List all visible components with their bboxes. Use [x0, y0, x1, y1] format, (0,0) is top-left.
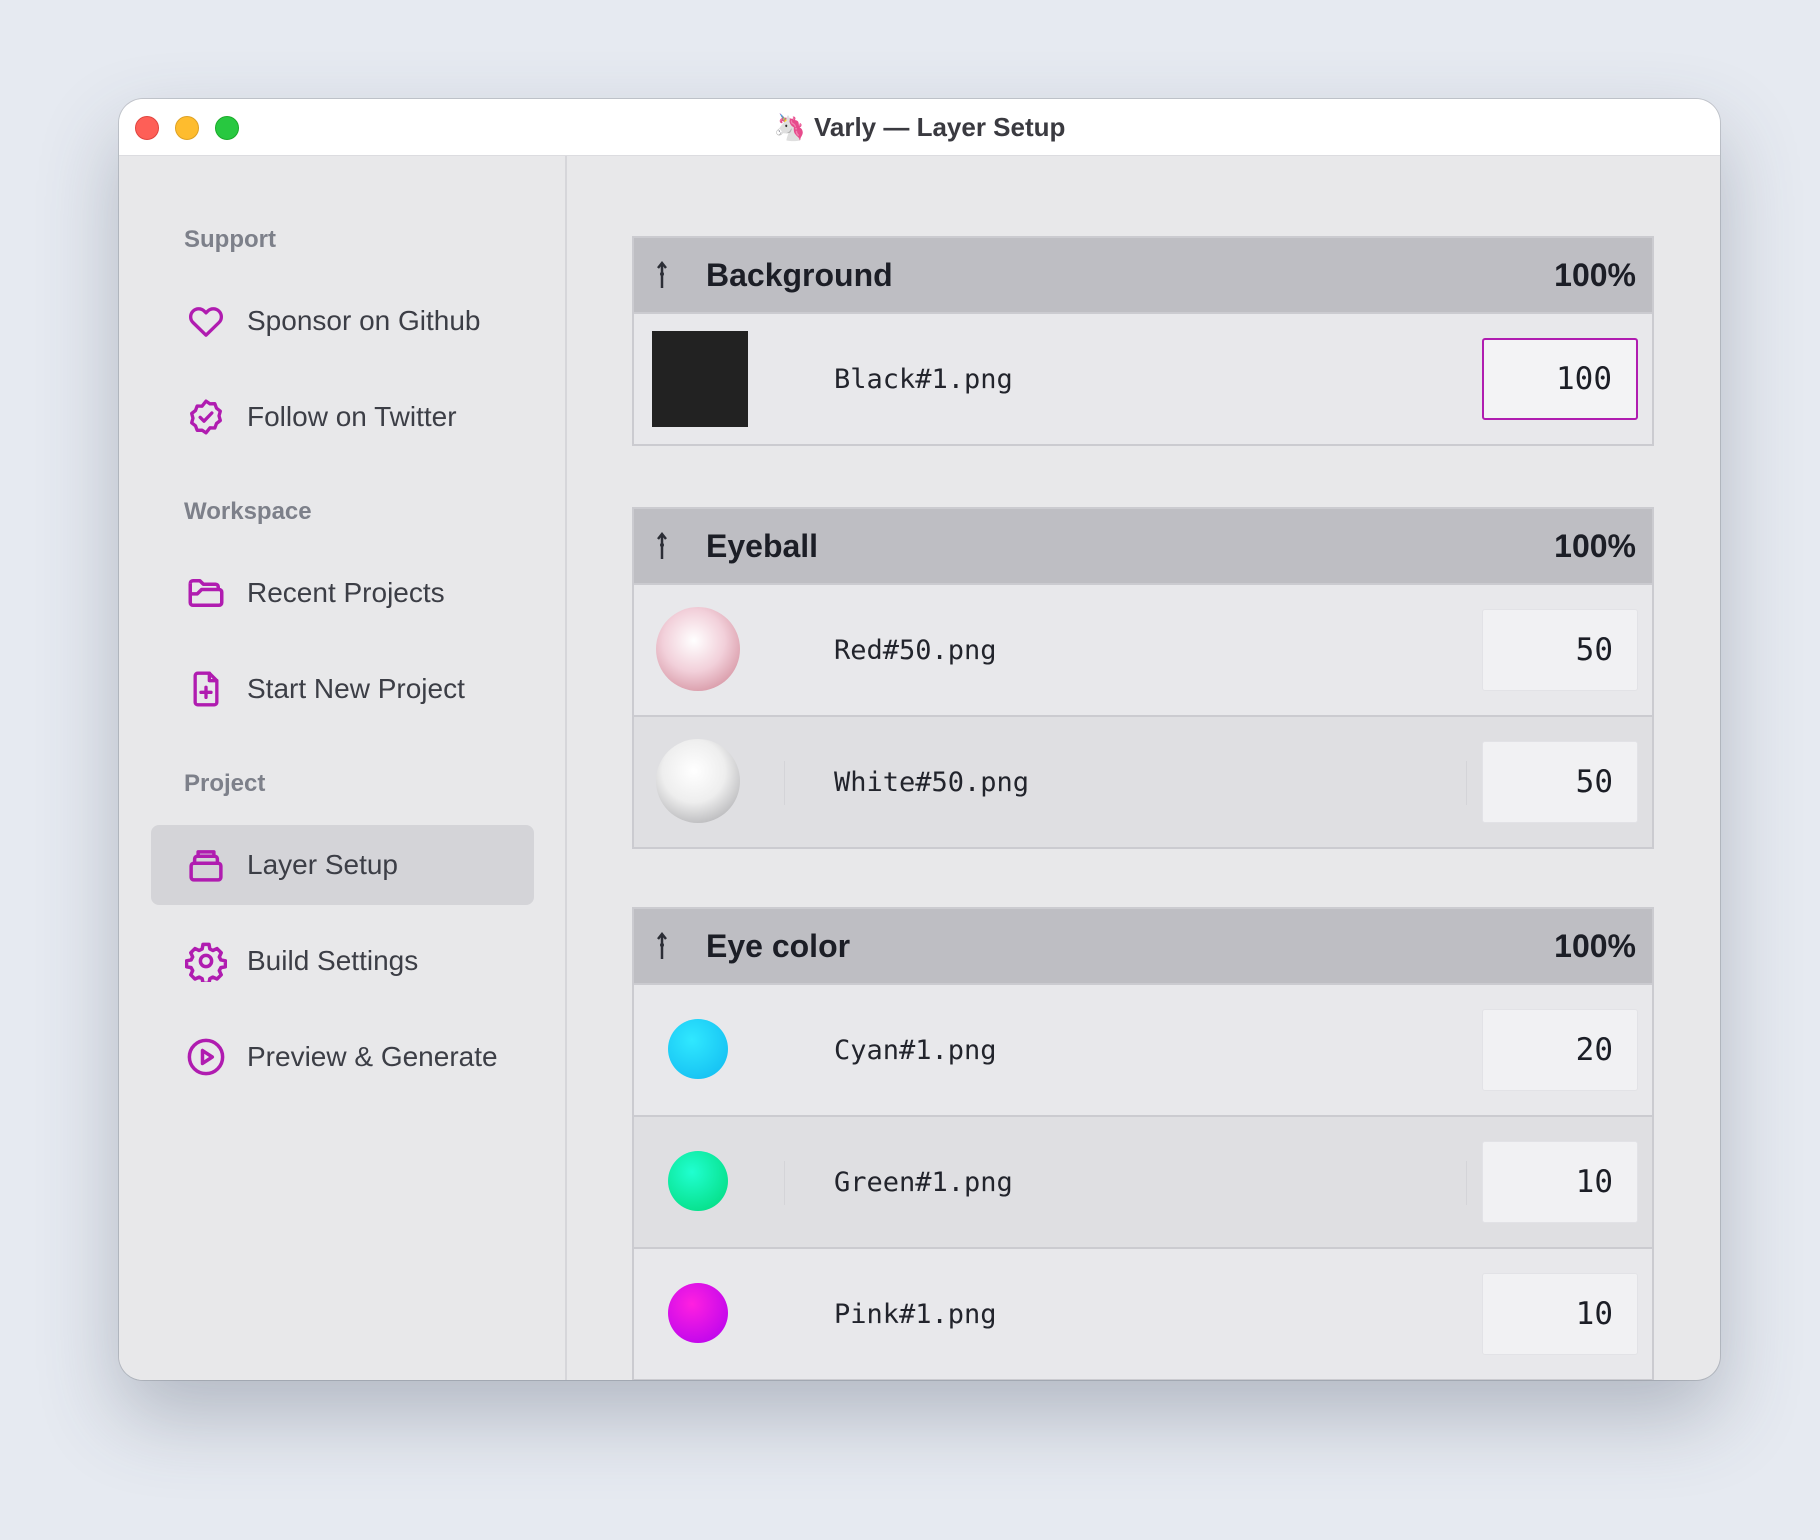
drag-handle-icon[interactable] [656, 260, 668, 290]
trait-weight-input[interactable] [1482, 1141, 1638, 1223]
column-divider [784, 761, 785, 805]
trait-thumbnail [668, 1283, 728, 1343]
sidebar-item-follow-twitter[interactable]: Follow on Twitter [151, 377, 534, 457]
sidebar-item-sponsor-github[interactable]: Sponsor on Github [151, 281, 534, 361]
column-divider [1466, 1161, 1467, 1205]
sidebar-item-recent-projects[interactable]: Recent Projects [151, 553, 534, 633]
trait-thumbnail [668, 1151, 728, 1211]
trait-weight-input[interactable] [1482, 1273, 1638, 1355]
trait-weight-input[interactable] [1482, 1009, 1638, 1091]
layer-name: Eyeball [706, 527, 819, 564]
layer-header: Eye color 100% [634, 909, 1652, 983]
trait-row: Black#1.png [634, 312, 1652, 444]
sidebar-item-label: Build Settings [247, 945, 419, 976]
layers-icon [185, 844, 227, 886]
layer-header: Background 100% [634, 238, 1652, 312]
folder-icon [185, 572, 227, 614]
trait-weight-input[interactable] [1482, 741, 1638, 823]
layer-header: Eyeball 100% [634, 509, 1652, 583]
sidebar-item-label: Layer Setup [247, 849, 398, 880]
trait-row-partial [634, 1379, 1652, 1380]
sidebar-item-label: Sponsor on Github [247, 305, 481, 336]
trait-thumbnail [656, 607, 740, 691]
trait-row: Pink#1.png [634, 1247, 1652, 1379]
play-circle-icon [185, 1036, 227, 1078]
trait-row: White#50.png [634, 715, 1652, 847]
trait-weight-input[interactable] [1482, 338, 1638, 420]
trait-filename: Red#50.png [834, 634, 997, 666]
section-heading-project: Project [184, 770, 266, 797]
column-divider [1466, 761, 1467, 805]
sidebar-item-build-settings[interactable]: Build Settings [151, 921, 534, 1001]
title-bar: 🦄 Varly — Layer Setup [119, 99, 1720, 156]
layer-group-background: Background 100% Black#1.png [632, 236, 1654, 446]
app-window: 🦄 Varly — Layer Setup Support Sponsor on… [119, 99, 1720, 1380]
trait-row: Cyan#1.png [634, 983, 1652, 1115]
column-divider [784, 1161, 785, 1205]
layer-percent: 100% [1554, 256, 1636, 293]
sidebar-item-label: Start New Project [247, 673, 465, 704]
sidebar-item-start-new-project[interactable]: Start New Project [151, 649, 534, 729]
trait-filename: Green#1.png [834, 1166, 1013, 1198]
trait-row: Green#1.png [634, 1115, 1652, 1247]
heart-icon [185, 300, 227, 342]
trait-weight-input[interactable] [1482, 609, 1638, 691]
sidebar-item-label: Recent Projects [247, 577, 445, 608]
layer-name: Eye color [706, 927, 851, 964]
trait-filename: Black#1.png [834, 363, 1013, 395]
drag-handle-icon[interactable] [656, 531, 668, 561]
trait-thumbnail [656, 739, 740, 823]
layer-name: Background [706, 256, 893, 293]
section-heading-workspace: Workspace [184, 498, 312, 525]
sidebar-item-preview-generate[interactable]: Preview & Generate [151, 1017, 534, 1097]
layer-group-eyeball: Eyeball 100% Red#50.png White#50.png [632, 507, 1654, 849]
trait-row: Red#50.png [634, 583, 1652, 715]
trait-filename: White#50.png [834, 766, 1030, 798]
unicorn-logo-icon: 🦄 [773, 111, 806, 142]
trait-thumbnail [668, 1019, 728, 1079]
layer-percent: 100% [1554, 927, 1636, 964]
drag-handle-icon[interactable] [656, 931, 668, 961]
sidebar-item-label: Follow on Twitter [247, 401, 457, 432]
layer-setup-panel: Background 100% Black#1.png Eyeball 100%… [567, 156, 1720, 1380]
sidebar-item-label: Preview & Generate [247, 1041, 498, 1072]
section-heading-support: Support [184, 226, 276, 253]
layer-percent: 100% [1554, 527, 1636, 564]
file-plus-icon [185, 668, 227, 710]
sidebar: Support Sponsor on Github Follow on Twit… [119, 156, 567, 1380]
trait-filename: Pink#1.png [834, 1298, 997, 1330]
trait-filename: Cyan#1.png [834, 1034, 997, 1066]
sidebar-item-layer-setup[interactable]: Layer Setup [151, 825, 534, 905]
badge-check-icon [185, 396, 227, 438]
gear-icon [185, 940, 227, 982]
trait-thumbnail [652, 331, 748, 427]
window-title: 🦄 Varly — Layer Setup [119, 99, 1720, 155]
window-title-text: Varly — Layer Setup [813, 111, 1066, 142]
layer-group-eye-color: Eye color 100% Cyan#1.png Green#1.png Pi… [632, 907, 1654, 1380]
